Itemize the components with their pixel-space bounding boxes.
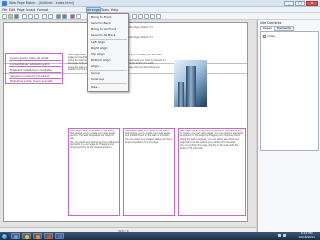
column-paragraph: Web Page Maker is an easy to use editor … [70, 130, 116, 140]
align-right-icon[interactable] [144, 14, 149, 19]
taskbar: 6:22 PM 10/16/2011 [0, 231, 320, 240]
tree-item-page[interactable]: index [263, 34, 275, 38]
taskbar-app-media[interactable] [33, 233, 42, 239]
redo-icon[interactable] [48, 14, 53, 19]
new-page-icon[interactable] [2, 14, 7, 19]
open-folder-icon[interactable] [8, 14, 13, 19]
tree-item-label: index [267, 34, 276, 38]
minimize-button[interactable]: _ [284, 1, 294, 6]
taskbar-app-webpagemaker[interactable] [55, 233, 64, 239]
help-icon[interactable] [70, 14, 75, 19]
column-2-text: Web Page Maker is an easy to use editor … [125, 130, 174, 214]
menu-item-bring-to-front[interactable]: Bring to Front [88, 15, 128, 20]
menu-item-bottom-align[interactable]: Bottom Align [88, 58, 128, 63]
menu-file[interactable]: File [2, 8, 7, 12]
toolbar [0, 13, 320, 20]
menu-item-align[interactable]: Align... [88, 64, 128, 69]
align-left-icon[interactable] [132, 14, 137, 19]
menu-page[interactable]: Page [17, 8, 25, 12]
menu-item-right-align[interactable]: Right Align [88, 46, 128, 51]
building-shape [178, 82, 184, 107]
site-contents-panel: Site Contents Pages Elements index [257, 20, 320, 232]
column-3-text: Web Page Maker is an easy to use editor … [180, 130, 244, 214]
cut-icon[interactable] [22, 14, 27, 19]
arrange-menu: Bring to Front Send to Back Bring to All… [87, 13, 129, 92]
skyscraper-photo[interactable] [174, 60, 207, 107]
column-paragraph: You can publish the page directly to the… [180, 144, 239, 150]
menu-tools[interactable]: Tools [101, 8, 109, 12]
panel-title: Site Contents [260, 21, 282, 25]
nav-divider [9, 66, 61, 67]
save-icon[interactable] [14, 14, 19, 19]
column-paragraph: Web Page Maker is an easy to use editor … [125, 130, 171, 138]
preview-icon[interactable] [56, 14, 61, 19]
folder-icon [24, 234, 29, 239]
chrome-icon [46, 234, 51, 239]
maximize-button[interactable]: □ [295, 1, 305, 6]
column-1-text: Web Page Maker is an easy to use editor … [70, 130, 119, 214]
menu-item-left-align[interactable]: Left Align [88, 40, 128, 45]
pages-tree: index [260, 31, 319, 151]
webpagemaker-icon [57, 234, 62, 239]
media-player-icon [35, 234, 40, 239]
undo-icon[interactable] [42, 14, 47, 19]
menu-insert[interactable]: Insert [26, 8, 35, 12]
column-paragraph: Web Page Maker is an easy to use editor … [180, 130, 244, 138]
publish-icon[interactable] [62, 14, 67, 19]
menu-item-ungroup[interactable]: UnGroup [88, 77, 128, 82]
menu-separator [90, 83, 127, 84]
menu-item-send-to-back[interactable]: Send to Back [88, 21, 128, 26]
align-bottom-icon[interactable] [156, 14, 161, 19]
nav-divider [9, 60, 61, 61]
menu-item-top-align[interactable]: Top Align [88, 52, 128, 57]
insert-text-icon[interactable] [76, 14, 81, 19]
menu-help[interactable]: Help [111, 8, 118, 12]
taskbar-app-explorer[interactable] [22, 233, 31, 239]
menu-item-bring-to-all-front[interactable]: Bring to All Front [88, 27, 128, 32]
align-center-icon[interactable] [138, 14, 143, 19]
close-button[interactable]: × [306, 1, 318, 6]
menu-item-group[interactable]: Group [88, 71, 128, 76]
volume-icon[interactable] [283, 234, 286, 237]
column-paragraph: You can insert any images, tables and te… [125, 137, 172, 144]
paste-icon[interactable] [34, 14, 39, 19]
nav-link[interactable]: Phasellus porta, fusce suscipit [10, 79, 52, 83]
taskbar-app-chrome[interactable] [44, 233, 53, 239]
start-button[interactable] [1, 232, 8, 240]
app-icon [2, 1, 7, 6]
header-pic-caption: Web Page Maker V3 [127, 26, 153, 29]
page-icon [263, 34, 266, 38]
menu-item-size[interactable]: Size... [88, 85, 128, 90]
ie-icon [13, 234, 18, 239]
menu-edit[interactable]: Edit [9, 8, 15, 12]
align-top-icon[interactable] [150, 14, 155, 19]
taskbar-app-ie[interactable] [11, 233, 20, 239]
menu-arrange[interactable]: Arrange [86, 7, 101, 13]
menu-format[interactable]: Format [37, 8, 48, 12]
header-pic-caption: Web Page Maker V3 [127, 36, 153, 39]
window-title: Web Page Maker - [Untitled - index.html] [9, 1, 74, 5]
clock-date: 10/16/2011 [298, 234, 315, 239]
column-paragraph: You can insert and rearrange the multime… [70, 140, 119, 149]
title-bar: Web Page Maker - [Untitled - index.html]… [0, 0, 320, 7]
menu-item-send-to-all-back[interactable]: Send to All Back [88, 33, 128, 38]
copy-icon[interactable] [28, 14, 33, 19]
network-icon[interactable] [278, 234, 281, 237]
taskbar-clock[interactable]: 6:22 PM 10/16/2011 [298, 231, 315, 239]
building-shape [186, 66, 196, 107]
nav-divider [9, 72, 61, 73]
